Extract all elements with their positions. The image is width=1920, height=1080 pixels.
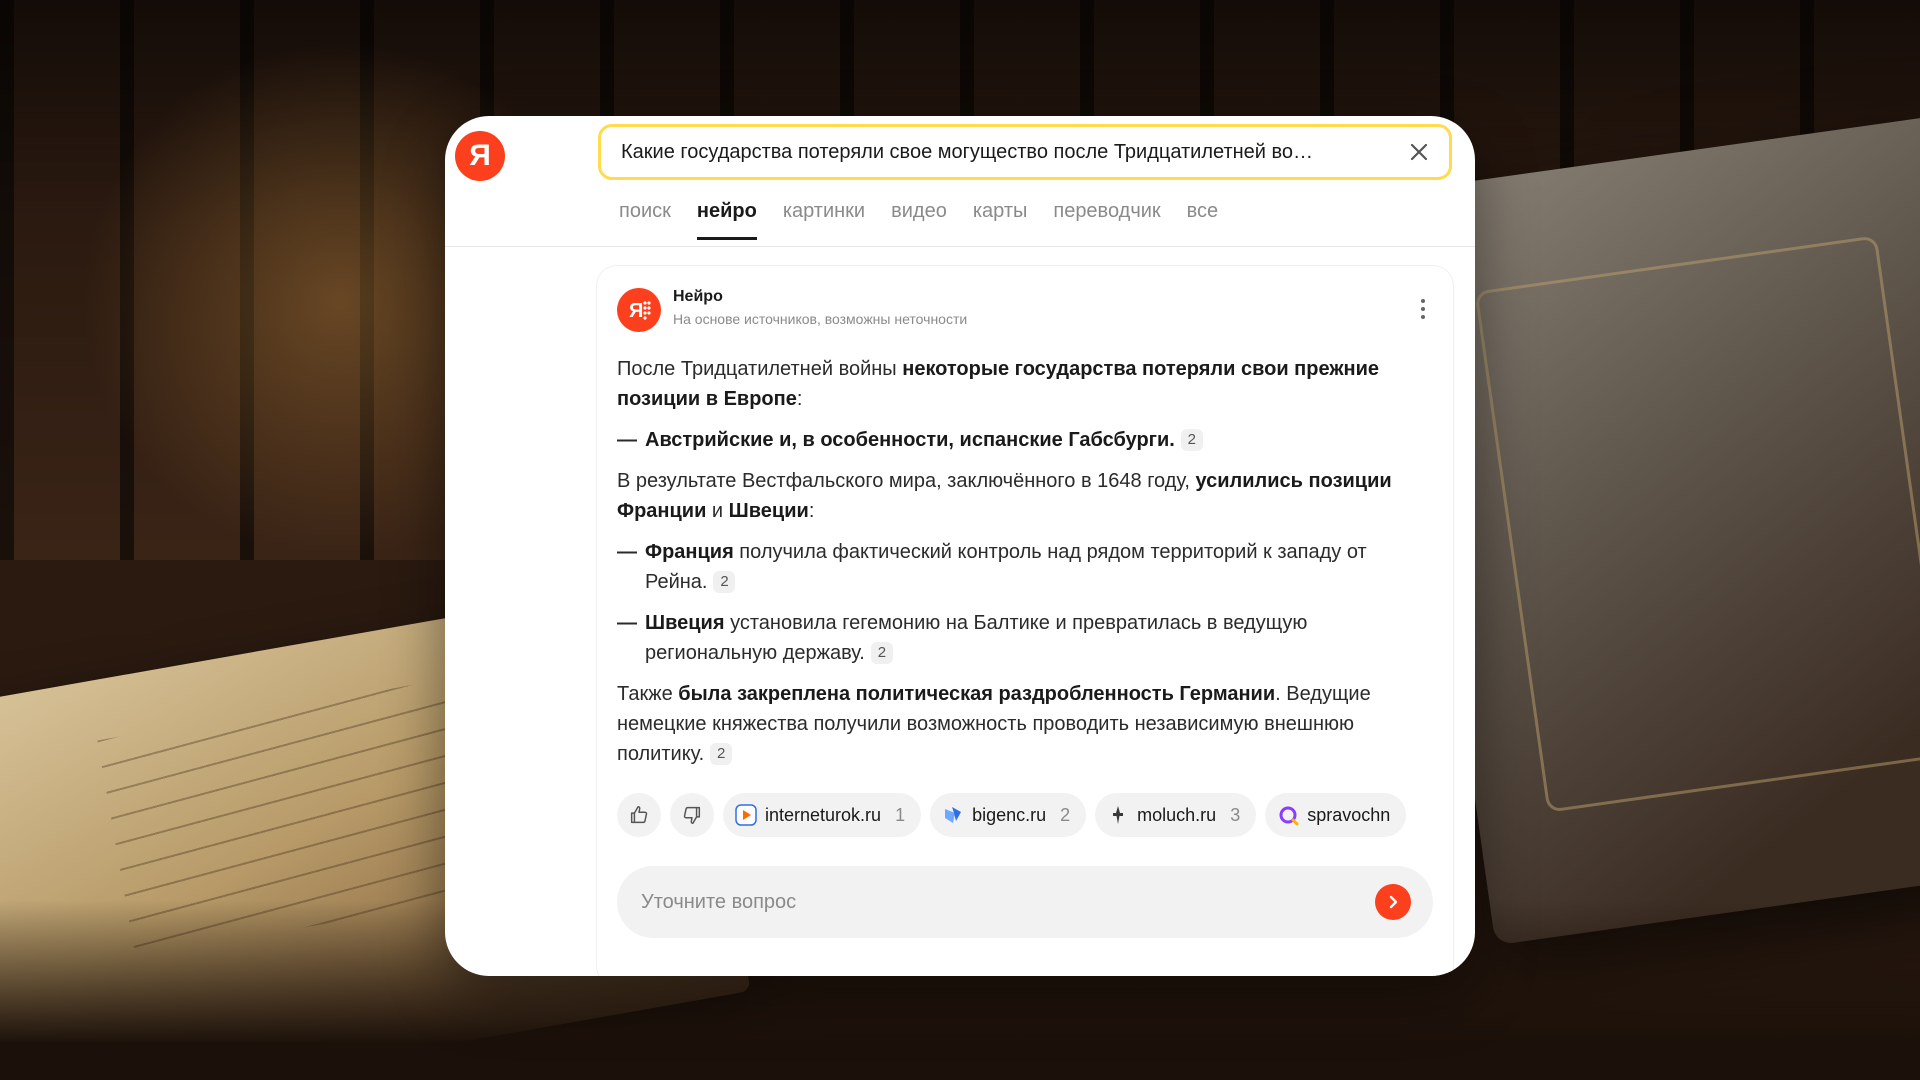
neuro-title: Нейро bbox=[673, 288, 723, 305]
tabs-divider bbox=[445, 246, 1475, 247]
yandex-logo[interactable]: Я bbox=[455, 131, 505, 181]
source-chip-interneturok[interactable]: interneturok.ru 1 bbox=[723, 793, 922, 837]
search-query-text[interactable]: Какие государства потеряли свое могущест… bbox=[621, 141, 1381, 164]
tab-images[interactable]: картинки bbox=[783, 200, 865, 240]
answer-paragraph-3: Также была закреплена политическая раздр… bbox=[617, 683, 1371, 765]
thumbs-up-icon bbox=[630, 806, 648, 824]
answer-paragraph-1: После Тридцатилетней войны некоторые гос… bbox=[617, 358, 1380, 410]
neuro-answer-card: Я Нейро На основе источников, возможны н… bbox=[597, 266, 1453, 976]
list-item: — Франция получила фактический контроль … bbox=[617, 541, 1367, 593]
search-tabs: поиск нейро картинки видео карты перевод… bbox=[619, 200, 1218, 240]
tab-maps[interactable]: карты bbox=[973, 200, 1028, 240]
moluch-icon bbox=[1107, 804, 1129, 826]
followup-field[interactable] bbox=[617, 866, 1433, 938]
play-icon bbox=[735, 804, 757, 826]
thumbs-down-icon bbox=[683, 806, 701, 824]
dislike-button[interactable] bbox=[670, 793, 714, 837]
citation-badge[interactable]: 2 bbox=[713, 571, 736, 593]
search-input[interactable]: Какие государства потеряли свое могущест… bbox=[598, 124, 1452, 180]
tab-search[interactable]: поиск bbox=[619, 200, 671, 240]
source-chip-spravochnik[interactable]: spravochn bbox=[1265, 793, 1407, 837]
list-item: — Швеция установила гегемонию на Балтике… bbox=[617, 612, 1308, 664]
followup-input[interactable] bbox=[639, 889, 1343, 915]
bigenc-icon bbox=[942, 804, 964, 826]
tab-video[interactable]: видео bbox=[891, 200, 947, 240]
chevron-right-icon bbox=[1389, 895, 1398, 909]
close-icon[interactable] bbox=[1407, 140, 1431, 164]
source-chip-moluch[interactable]: moluch.ru 3 bbox=[1095, 793, 1257, 837]
book-emboss bbox=[1474, 235, 1920, 813]
answer-text: После Тридцатилетней войны некоторые гос… bbox=[617, 354, 1417, 780]
neuro-logo-icon: Я bbox=[629, 300, 651, 322]
citation-badge[interactable]: 2 bbox=[870, 642, 893, 664]
send-button[interactable] bbox=[1375, 884, 1411, 920]
answer-paragraph-2: В результате Вестфальского мира, заключё… bbox=[617, 470, 1392, 522]
tab-translator[interactable]: переводчик bbox=[1053, 200, 1160, 240]
spravochnik-icon bbox=[1277, 804, 1299, 826]
citation-badge[interactable]: 2 bbox=[1180, 429, 1203, 451]
list-item: — Австрийские и, в особенности, испански… bbox=[617, 425, 1417, 455]
neuro-avatar-icon: Я bbox=[617, 288, 661, 332]
svg-text:Я: Я bbox=[629, 300, 643, 322]
tab-all[interactable]: все bbox=[1187, 200, 1219, 240]
search-panel: Я Какие государства потеряли свое могуще… bbox=[445, 116, 1475, 976]
neuro-disclaimer: На основе источников, возможны неточност… bbox=[673, 311, 968, 327]
more-options-icon[interactable] bbox=[1419, 298, 1427, 320]
source-chip-bigenc[interactable]: bigenc.ru 2 bbox=[930, 793, 1087, 837]
tab-neuro[interactable]: нейро bbox=[696, 200, 757, 240]
answer-actions-row: interneturok.ru 1 bigenc.ru 2 moluch.ru 3 s… bbox=[617, 793, 1433, 839]
citation-badge[interactable]: 2 bbox=[710, 743, 733, 765]
like-button[interactable] bbox=[617, 793, 661, 837]
